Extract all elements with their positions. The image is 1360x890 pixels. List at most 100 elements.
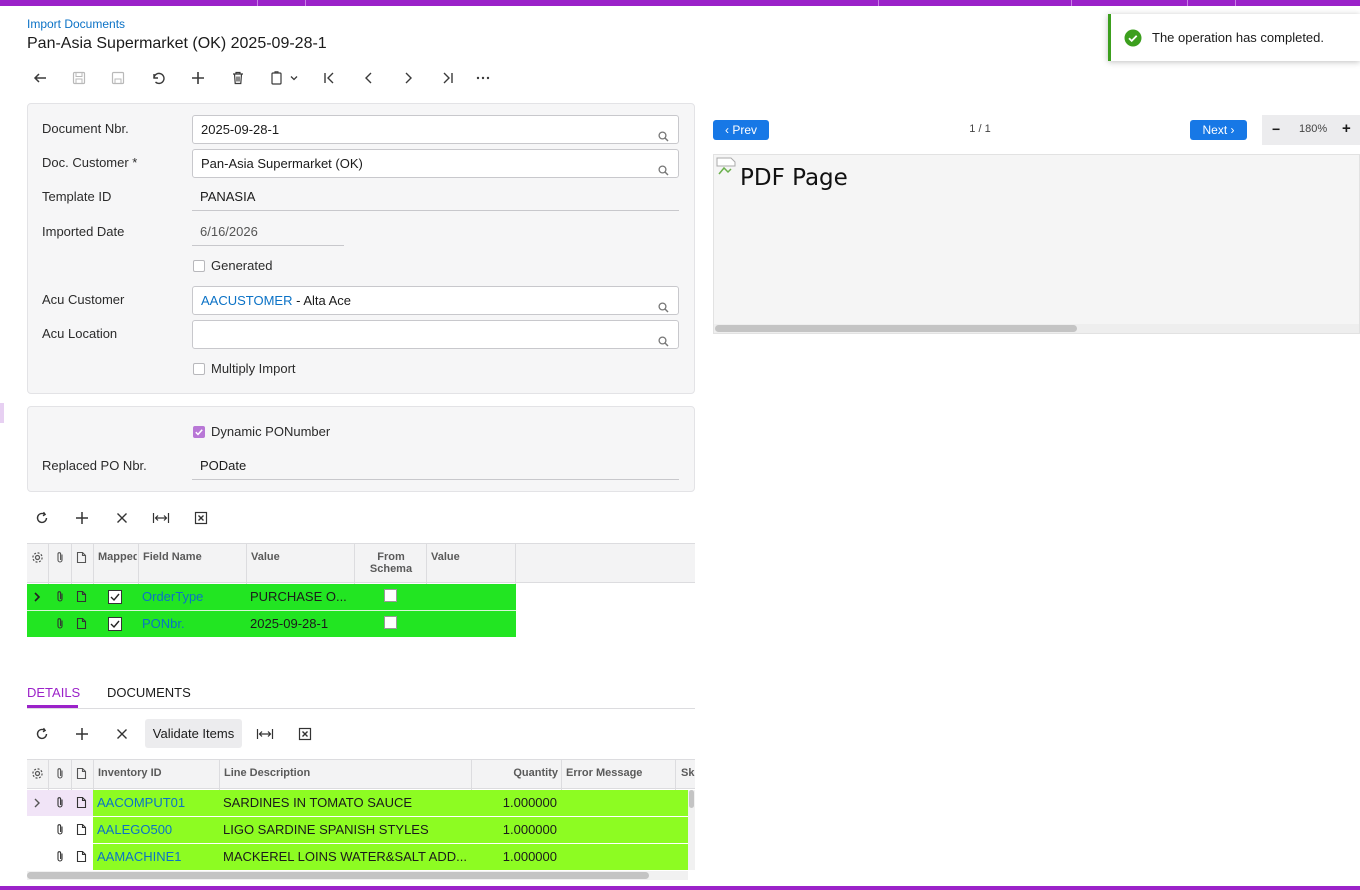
col-error-message[interactable]: Error Message [566,767,642,779]
acu-location-label: Acu Location [42,326,118,341]
breadcrumb[interactable]: Import Documents [27,17,125,31]
generated-checkbox[interactable] [193,260,205,272]
col-value-2[interactable]: Value [431,551,460,563]
vertical-scrollbar[interactable] [688,790,695,870]
attachment-icon[interactable] [54,817,66,843]
save-close-icon[interactable] [106,66,130,90]
attachment-icon[interactable] [54,611,66,637]
line-description[interactable]: LIGO SARDINE SPANISH STYLES [223,817,467,843]
last-icon[interactable] [436,66,460,90]
note-icon[interactable] [76,584,87,610]
first-icon[interactable] [317,66,341,90]
zoom-in-button[interactable]: + [1342,120,1351,137]
export-excel-icon[interactable] [293,722,317,746]
prev-icon[interactable] [357,66,381,90]
expand-row-icon[interactable] [32,790,42,816]
quantity[interactable]: 1.000000 [477,844,557,870]
add-row-icon[interactable] [70,722,94,746]
pdf-prev-button[interactable]: ‹ Prev [713,120,769,140]
table-row[interactable]: PONbr. 2025-09-28-1 [27,611,516,637]
refresh-icon[interactable] [30,722,54,746]
tab-documents[interactable]: DOCUMENTS [107,685,191,700]
attachment-icon[interactable] [54,584,66,610]
acu-location-field[interactable] [192,320,679,349]
field-value[interactable]: 2025-09-28-1 [250,611,350,637]
quantity[interactable]: 1.000000 [477,817,557,843]
line-description[interactable]: SARDINES IN TOMATO SAUCE [223,790,467,816]
col-value[interactable]: Value [251,551,280,563]
col-sku[interactable]: Sk [681,767,695,779]
delete-row-icon[interactable] [110,722,134,746]
search-icon[interactable] [658,295,669,322]
quantity[interactable]: 1.000000 [477,790,557,816]
fit-columns-icon[interactable] [149,506,173,530]
from-schema-checkbox[interactable] [384,616,397,629]
attachment-icon[interactable] [54,844,66,870]
delete-icon[interactable] [226,66,250,90]
doc-customer-field[interactable]: Pan-Asia Supermarket (OK) [192,149,679,178]
search-icon[interactable] [658,329,669,356]
add-row-icon[interactable] [70,506,94,530]
validate-items-button[interactable]: Validate Items [145,719,242,748]
note-icon[interactable] [76,790,87,816]
delete-row-icon[interactable] [110,506,134,530]
table-row[interactable]: OrderType PURCHASE O... [27,584,516,610]
note-icon[interactable] [76,611,87,637]
add-icon[interactable] [186,66,210,90]
document-nbr-label: Document Nbr. [42,121,129,136]
back-icon[interactable] [28,66,52,90]
inventory-id-link[interactable]: AALEGO500 [97,817,172,843]
attachment-icon[interactable] [54,790,66,816]
success-toast: The operation has completed. [1108,14,1360,61]
dynamic-ponumber-checkbox[interactable] [193,426,205,438]
fit-columns-icon[interactable] [253,722,277,746]
replaced-po-value[interactable]: PODate [192,458,679,480]
col-mapped[interactable]: Mapped [98,551,137,563]
check-icon [195,429,203,436]
horizontal-scrollbar[interactable] [27,871,688,880]
field-value[interactable]: PURCHASE O... [250,584,350,610]
acu-customer-link[interactable]: AACUSTOMER [201,293,293,308]
save-icon[interactable] [67,66,91,90]
table-row[interactable]: AALEGO500 LIGO SARDINE SPANISH STYLES 1.… [27,817,688,843]
copy-paste-icon[interactable] [266,66,302,90]
zoom-out-button[interactable]: − [1272,121,1280,137]
table-row[interactable]: AACOMPUT01 SARDINES IN TOMATO SAUCE 1.00… [27,790,688,816]
mapped-checkbox[interactable] [108,584,122,610]
export-excel-icon[interactable] [189,506,213,530]
col-field-name[interactable]: Field Name [143,551,202,563]
refresh-icon[interactable] [30,506,54,530]
next-icon[interactable] [396,66,420,90]
more-icon[interactable] [471,66,495,90]
col-from-schema[interactable]: From Schema [362,551,420,575]
col-quantity[interactable]: Quantity [500,767,558,779]
success-check-icon [1124,29,1142,50]
col-line-description[interactable]: Line Description [224,767,310,779]
undo-icon[interactable] [146,66,170,90]
inventory-id-link[interactable]: AACOMPUT01 [97,790,185,816]
pdf-next-button[interactable]: Next › [1190,120,1247,140]
template-id-value[interactable]: PANASIA [192,189,679,211]
inventory-id-link[interactable]: AAMACHINE1 [97,844,182,870]
acu-customer-field[interactable]: AACUSTOMER - Alta Ace [192,286,679,315]
multiply-import-checkbox[interactable] [193,363,205,375]
note-icon [76,551,87,567]
line-description[interactable]: MACKEREL LOINS WATER&SALT ADD... [223,844,467,870]
search-icon[interactable] [658,124,669,151]
from-schema-checkbox[interactable] [384,589,397,602]
multiply-import-label: Multiply Import [211,361,296,376]
mapped-checkbox[interactable] [108,611,122,637]
expand-row-icon[interactable] [32,584,42,610]
col-inventory-id[interactable]: Inventory ID [98,767,162,779]
note-icon[interactable] [76,817,87,843]
settings-gear-icon[interactable] [31,551,44,567]
note-icon[interactable] [76,844,87,870]
settings-gear-icon[interactable] [31,767,44,783]
pdf-horizontal-scrollbar[interactable] [714,324,1359,333]
document-nbr-field[interactable]: 2025-09-28-1 [192,115,679,144]
table-row[interactable]: AAMACHINE1 MACKEREL LOINS WATER&SALT ADD… [27,844,688,870]
field-name-link[interactable]: PONbr. [142,611,185,637]
search-icon[interactable] [658,158,669,185]
field-name-link[interactable]: OrderType [142,584,203,610]
tab-details[interactable]: DETAILS [27,685,80,700]
